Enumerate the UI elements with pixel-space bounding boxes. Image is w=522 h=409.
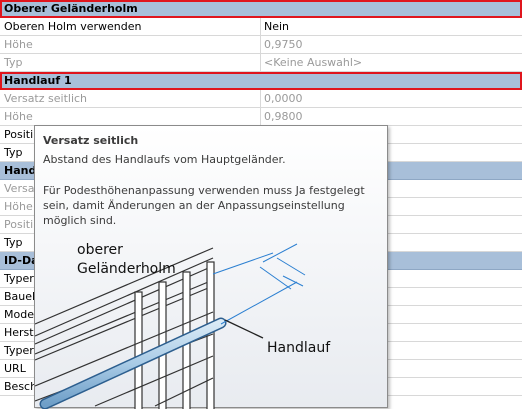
property-label: Versatz seitlich (0, 90, 261, 107)
property-row[interactable]: Höhe 0,9800 (0, 108, 522, 126)
property-row[interactable]: Versatz seitlich 0,0000 (0, 90, 522, 108)
property-row[interactable]: Höhe 0,9750 (0, 36, 522, 54)
tooltip-subtitle: Abstand des Handlaufs vom Hauptgeländer. (43, 153, 286, 166)
tooltip-body: Für Podesthöhenanpassung verwenden muss … (43, 184, 365, 227)
property-value[interactable]: <Keine Auswahl> (261, 54, 522, 71)
section-header-oberer-gelaenderholm[interactable]: Oberer Geländerholm (0, 0, 522, 18)
section-header-handlauf-1[interactable]: Handlauf 1 (0, 72, 522, 90)
label-oberer: oberer (77, 242, 123, 258)
label-gelaenderholm: Geländerholm (77, 261, 176, 277)
property-value[interactable]: 0,9800 (261, 108, 522, 125)
property-label: Oberen Holm verwenden (0, 18, 261, 35)
property-value[interactable]: 0,0000 (261, 90, 522, 107)
property-label: Höhe (0, 36, 261, 53)
property-row[interactable]: Typ <Keine Auswahl> (0, 54, 522, 72)
property-value[interactable]: Nein (261, 18, 522, 35)
tooltip-title: Versatz seitlich (43, 134, 139, 147)
tooltip: Versatz seitlich Abstand des Handlaufs v… (34, 125, 388, 409)
property-label: Höhe (0, 108, 261, 125)
property-value[interactable]: 0,9750 (261, 36, 522, 53)
property-label: Typ (0, 54, 261, 71)
property-row[interactable]: Oberen Holm verwenden Nein (0, 18, 522, 36)
label-handlauf: Handlauf (267, 340, 331, 356)
